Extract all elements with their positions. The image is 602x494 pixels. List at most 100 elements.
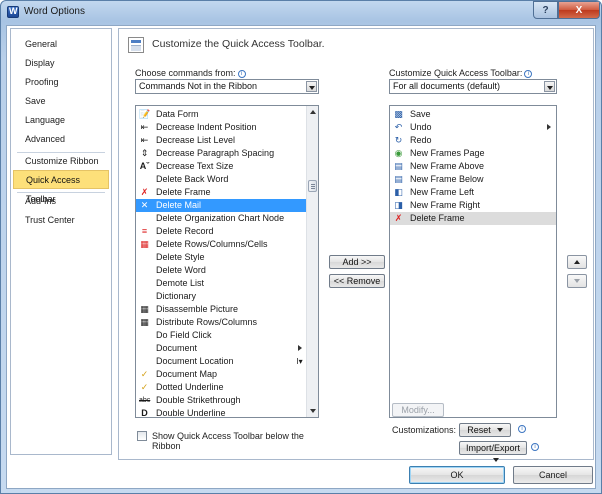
nav-item-customize-ribbon[interactable]: Customize Ribbon [13, 152, 109, 171]
list-item-highlighted[interactable]: ✗ Delete Frame [390, 212, 556, 225]
info-icon[interactable]: i [524, 70, 533, 78]
customize-toolbar-dropdown[interactable]: For all documents (default) [389, 79, 557, 94]
list-item[interactable]: Delete Style [136, 251, 306, 264]
nav-item-language[interactable]: Language [13, 111, 109, 130]
list-item[interactable]: ▤ New Frame Above [390, 160, 556, 173]
choose-commands-label: Choose commands from: i [135, 68, 246, 78]
submenu-arrow-icon [298, 345, 302, 351]
delete-frame-icon: ✗ [140, 187, 149, 197]
list-item[interactable]: ⇤ Decrease List Level [136, 134, 306, 147]
list-item[interactable]: Document Location I▾ [136, 355, 306, 368]
list-item[interactable]: 📝 Data Form [136, 108, 306, 121]
list-item[interactable]: ▦ Delete Rows/Columns/Cells [136, 238, 306, 251]
list-item[interactable]: Aˇ Decrease Text Size [136, 160, 306, 173]
move-up-button[interactable] [567, 255, 587, 269]
customize-toolbar-label: Customize Quick Access Toolbar: i [389, 68, 533, 78]
list-item[interactable]: ▦ Distribute Rows/Columns [136, 316, 306, 329]
nav-item-save[interactable]: Save [13, 92, 109, 111]
commands-listbox[interactable]: 📝 Data Form ⇤ Decrease Indent Position ⇤ De… [135, 105, 319, 418]
form-icon: 📝 [139, 109, 151, 119]
frames-page-icon: ◉ [394, 148, 403, 158]
import-export-button[interactable]: Import/Export [459, 441, 527, 462]
nav-item-add-ins[interactable]: Add-Ins [13, 192, 109, 211]
list-item-selected[interactable]: ✕ Delete Mail [136, 199, 306, 212]
list-item[interactable]: ✗ Delete Frame [136, 186, 306, 199]
show-below-ribbon-checkbox[interactable] [137, 431, 147, 441]
help-button[interactable]: ? [533, 1, 558, 19]
list-item[interactable]: Dictionary [136, 290, 306, 303]
list-item[interactable]: ⇤ Decrease Indent Position [136, 121, 306, 134]
nav-item-display[interactable]: Display [13, 54, 109, 73]
customizations-label: Customizations: [392, 425, 457, 435]
frame-above-icon: ▤ [394, 161, 403, 171]
chevron-down-icon[interactable] [544, 81, 555, 92]
dialog-client-area: General Display Proofing Save Language A… [6, 25, 596, 489]
document-location-icon: I▾ [296, 357, 303, 366]
list-item[interactable]: ✓ Document Map [136, 368, 306, 381]
window-title: Word Options [24, 6, 85, 17]
scroll-up-icon[interactable] [307, 106, 318, 118]
spacing-icon: ⇕ [140, 148, 149, 158]
close-button[interactable]: X [558, 1, 600, 19]
info-icon[interactable]: i [531, 443, 539, 451]
list-item[interactable]: ◉ New Frames Page [390, 147, 556, 160]
frame-left-icon: ◧ [394, 187, 403, 197]
list-level-icon: ⇤ [140, 135, 149, 145]
save-icon: ▩ [394, 109, 403, 119]
show-below-ribbon-label-line2: Ribbon [152, 441, 181, 451]
list-item[interactable]: ▩ Save [390, 108, 556, 121]
choose-commands-value: Commands Not in the Ribbon [139, 81, 258, 91]
toolbar-listbox[interactable]: ▩ Save ↶ Undo ↻ Redo ◉ New Frames Page ▤ New … [389, 105, 557, 418]
modify-button[interactable]: Modify... [392, 403, 444, 417]
frame-right-icon: ◨ [394, 200, 403, 210]
list-item[interactable]: Delete Organization Chart Node [136, 212, 306, 225]
list-item[interactable]: Document [136, 342, 306, 355]
list-item[interactable]: ↻ Redo [390, 134, 556, 147]
checkmark-icon: ✓ [140, 382, 149, 392]
choose-commands-dropdown[interactable]: Commands Not in the Ribbon [135, 79, 319, 94]
list-item[interactable]: ▦ Disassemble Picture [136, 303, 306, 316]
page-title: Customize the Quick Access Toolbar. [152, 38, 325, 50]
chevron-down-icon [493, 458, 499, 462]
word-app-icon [7, 6, 19, 18]
list-item[interactable]: D Double Underline [136, 407, 306, 418]
list-item[interactable]: Delete Word [136, 264, 306, 277]
reset-button[interactable]: Reset [459, 423, 511, 437]
list-item[interactable]: ✓ Dotted Underline [136, 381, 306, 394]
list-item[interactable]: abc Double Strikethrough [136, 394, 306, 407]
disassemble-icon: ▦ [140, 304, 149, 314]
list-item[interactable]: ↶ Undo [390, 121, 556, 134]
nav-item-advanced[interactable]: Advanced [13, 130, 109, 149]
chevron-down-icon [496, 428, 503, 432]
chevron-down-icon[interactable] [306, 81, 317, 92]
redo-icon: ↻ [394, 135, 403, 145]
cancel-button[interactable]: Cancel [513, 466, 593, 484]
list-item[interactable]: Demote List [136, 277, 306, 290]
nav-item-quick-access-toolbar[interactable]: Quick Access Toolbar [13, 170, 109, 204]
info-icon[interactable]: i [518, 425, 526, 433]
info-icon[interactable]: i [237, 70, 246, 78]
ok-button[interactable]: OK [409, 466, 505, 484]
remove-button[interactable]: << Remove [329, 274, 385, 288]
list-item[interactable]: Do Field Click [136, 329, 306, 342]
nav-item-general[interactable]: General [13, 35, 109, 54]
indent-icon: ⇤ [140, 122, 149, 132]
list-item[interactable]: ◨ New Frame Right [390, 199, 556, 212]
scroll-down-icon[interactable] [307, 405, 318, 417]
list-item[interactable]: ◧ New Frame Left [390, 186, 556, 199]
list-item[interactable]: ▤ New Frame Below [390, 173, 556, 186]
move-down-button[interactable] [567, 274, 587, 288]
double-underline-icon: D [141, 408, 148, 418]
nav-item-trust-center[interactable]: Trust Center [13, 211, 109, 230]
show-below-ribbon-label: Show Quick Access Toolbar below the [152, 431, 304, 441]
nav-item-proofing[interactable]: Proofing [13, 73, 109, 92]
delete-cells-icon: ▦ [140, 239, 149, 249]
add-button[interactable]: Add >> [329, 255, 385, 269]
commands-scrollbar[interactable] [306, 106, 318, 417]
list-item[interactable]: ⇕ Decrease Paragraph Spacing [136, 147, 306, 160]
list-item[interactable]: Delete Back Word [136, 173, 306, 186]
options-nav: General Display Proofing Save Language A… [10, 28, 112, 455]
toolbar-customize-icon [128, 37, 144, 53]
list-item[interactable]: ≡ Delete Record [136, 225, 306, 238]
scrollbar-thumb[interactable] [308, 180, 317, 192]
